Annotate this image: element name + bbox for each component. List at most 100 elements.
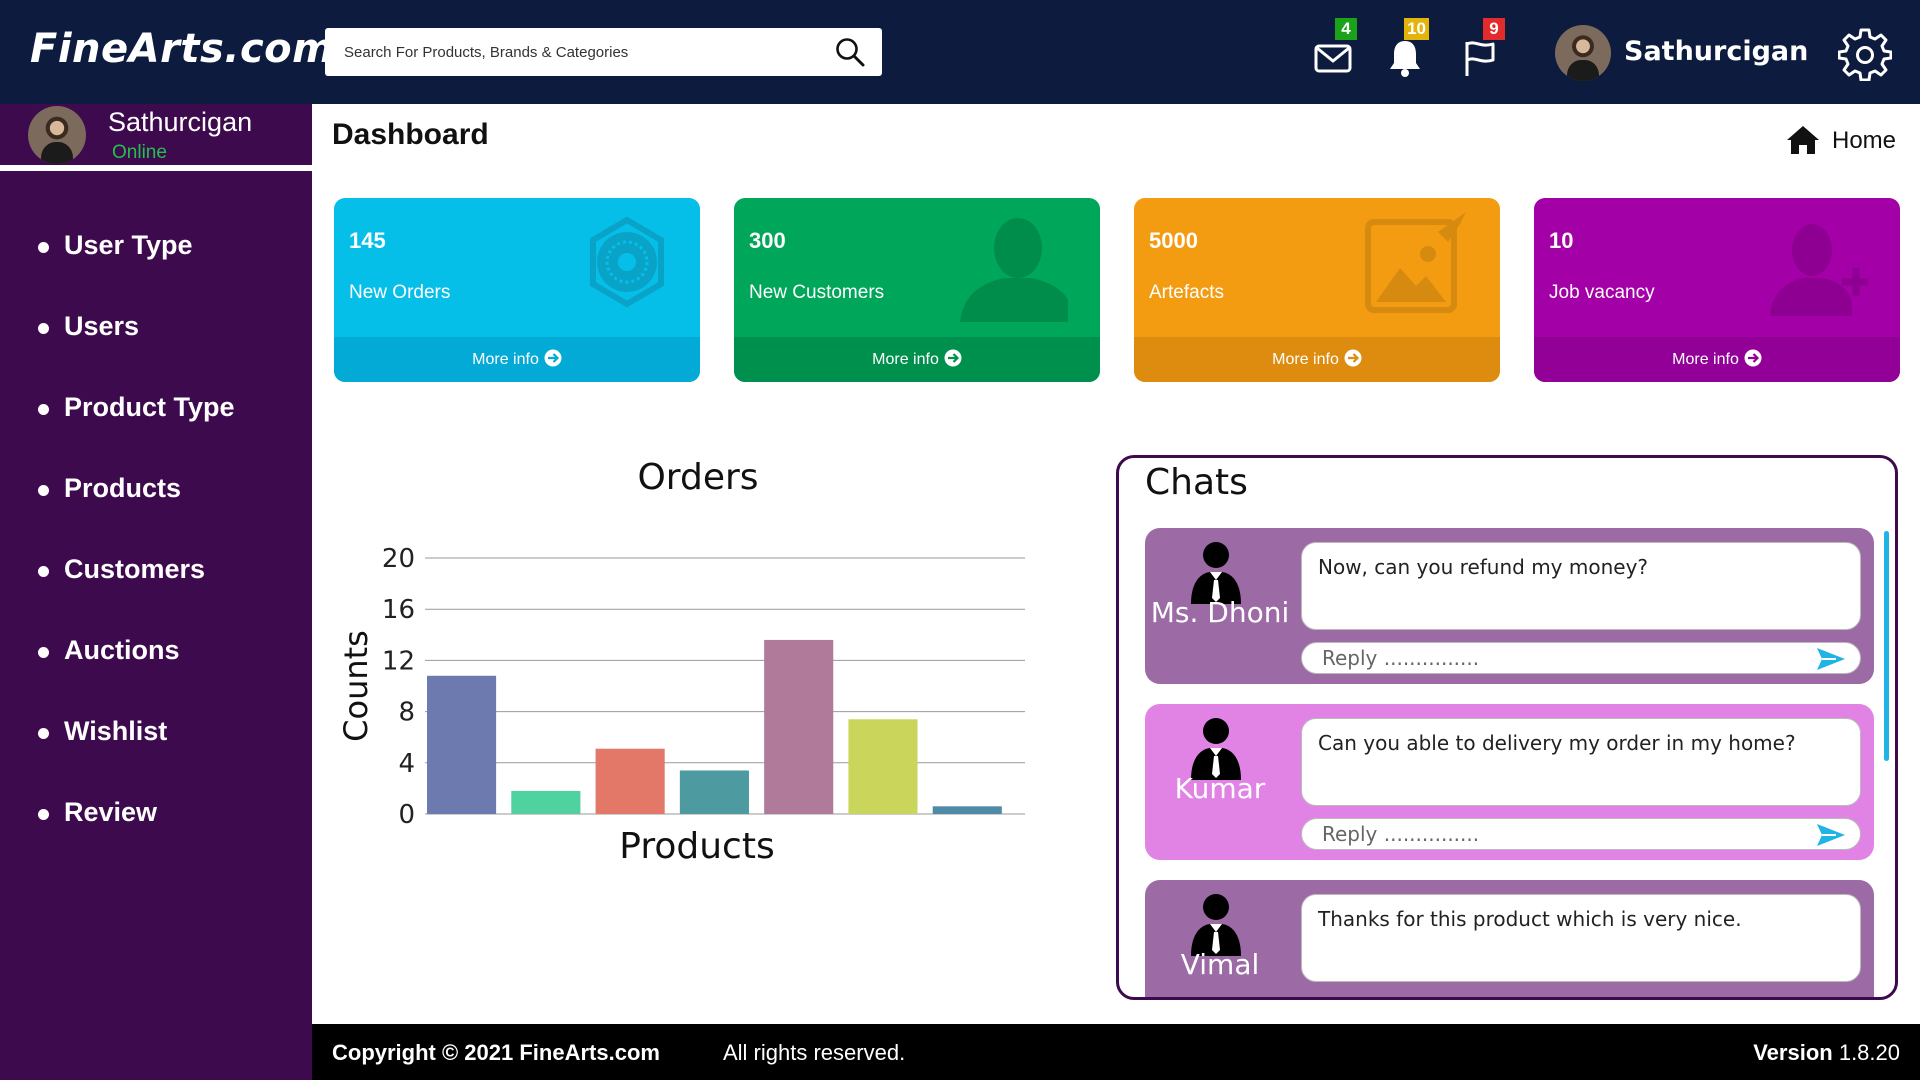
- bar: [511, 790, 581, 814]
- reply-box: [1301, 818, 1861, 850]
- bullet-icon: [38, 404, 49, 415]
- sidebar-item-label: Product Type: [64, 392, 235, 422]
- businessman-icon: [1191, 894, 1241, 956]
- add-user-icon: [1770, 224, 1868, 316]
- more-info-link[interactable]: More info: [734, 337, 1100, 382]
- arrow-circle-right-icon: [1744, 349, 1762, 367]
- search-input[interactable]: [325, 28, 815, 76]
- chats-title: Chats: [1145, 462, 1248, 503]
- sidebar-item-label: Review: [64, 797, 158, 827]
- page-title: Dashboard: [332, 118, 489, 151]
- more-info-label: More info: [1272, 351, 1339, 368]
- more-info-link[interactable]: More info: [334, 337, 700, 382]
- sidebar-item-label: User Type: [64, 230, 193, 260]
- y-tick-label: 8: [398, 698, 415, 728]
- version-number: 1.8.20: [1838, 1040, 1900, 1065]
- stat-value: 145: [349, 228, 386, 253]
- mail-button[interactable]: 4: [1313, 18, 1357, 78]
- starburst-badge-icon: [590, 216, 664, 308]
- copyright-text: Copyright © 2021 FineArts.com: [332, 1040, 660, 1065]
- more-info-link[interactable]: More info: [1134, 337, 1500, 382]
- home-label: Home: [1832, 127, 1897, 154]
- sidebar-item-products[interactable]: Products: [0, 471, 312, 552]
- top-bar: FineArts.com 4 10 9 Sathurcigan: [0, 0, 1920, 104]
- stat-card-new-orders: 145 New Orders More info: [334, 198, 700, 382]
- online-status: Online: [112, 142, 167, 163]
- y-axis-label: Counts: [337, 630, 375, 742]
- bell-icon: [1390, 41, 1420, 77]
- person-silhouette-icon: [960, 218, 1068, 322]
- settings-gear-icon[interactable]: [1838, 27, 1892, 81]
- flag-badge: 9: [1483, 18, 1505, 40]
- businessman-icon: [1191, 542, 1241, 604]
- stat-value: 300: [749, 228, 786, 253]
- stat-value: 5000: [1149, 228, 1198, 253]
- sidebar: Sathurcigan Online User Type Users Produ…: [0, 104, 312, 1080]
- sidebar-item-product-type[interactable]: Product Type: [0, 390, 312, 471]
- bar: [932, 806, 1002, 814]
- bullet-icon: [38, 566, 49, 577]
- x-axis-label: Products: [619, 826, 774, 867]
- sidebar-item-auctions[interactable]: Auctions: [0, 633, 312, 714]
- user-name: Sathurcigan: [1624, 36, 1809, 67]
- y-tick-label: 16: [382, 595, 415, 625]
- sidebar-item-customers[interactable]: Customers: [0, 552, 312, 633]
- sidebar-user-panel: Sathurcigan Online: [0, 104, 312, 171]
- stat-label: Artefacts: [1149, 282, 1224, 303]
- stat-card-new-customers: 300 New Customers More info: [734, 198, 1100, 382]
- more-info-label: More info: [472, 351, 539, 368]
- y-tick-label: 20: [382, 544, 415, 574]
- bullet-icon: [38, 242, 49, 253]
- bar: [764, 639, 834, 814]
- notifications-button[interactable]: 10: [1385, 18, 1429, 78]
- chat-sender-name: Ms. Dhoni: [1150, 596, 1290, 629]
- bar: [595, 748, 665, 814]
- y-tick-label: 0: [398, 800, 415, 830]
- chats-panel: Chats Ms. Dhoni Now, can you refund my m…: [1116, 455, 1898, 1000]
- send-icon[interactable]: [1816, 823, 1846, 847]
- chart-title: Orders: [637, 457, 759, 498]
- stat-label: New Customers: [749, 282, 885, 303]
- sidebar-item-label: Auctions: [64, 635, 180, 665]
- chats-scrollbar[interactable]: [1884, 531, 1889, 761]
- bullet-icon: [38, 323, 49, 334]
- flags-button[interactable]: 9: [1461, 18, 1505, 78]
- stat-card-artefacts: 5000 Artefacts More info: [1134, 198, 1500, 382]
- y-tick-label: 12: [382, 646, 415, 676]
- reply-input[interactable]: [1302, 643, 1802, 673]
- avatar: [28, 106, 86, 164]
- stat-label: Job vacancy: [1549, 282, 1655, 303]
- rights-text: All rights reserved.: [723, 1040, 906, 1065]
- version-text: Version 1.8.20: [1753, 1040, 1900, 1066]
- bullet-icon: [38, 647, 49, 658]
- more-info-label: More info: [872, 351, 939, 368]
- y-tick-label: 4: [398, 749, 415, 779]
- sidebar-item-label: Wishlist: [64, 716, 168, 746]
- sidebar-item-label: Customers: [64, 554, 206, 584]
- sidebar-item-users[interactable]: Users: [0, 309, 312, 390]
- stat-card-job-vacancy: 10 Job vacancy More info: [1534, 198, 1900, 382]
- flag-icon: [1465, 41, 1495, 76]
- image-edit-icon: [1365, 212, 1466, 313]
- more-info-label: More info: [1672, 351, 1739, 368]
- sidebar-item-review[interactable]: Review: [0, 795, 312, 876]
- arrow-circle-right-icon: [1344, 349, 1362, 367]
- site-logo[interactable]: FineArts.com: [30, 26, 334, 72]
- sidebar-item-label: Products: [64, 473, 182, 503]
- search-icon[interactable]: [834, 36, 866, 68]
- sidebar-menu: User Type Users Product Type Products Cu…: [0, 228, 312, 876]
- sidebar-item-label: Users: [64, 311, 140, 341]
- chat-item: Vimal Thanks for this product which is v…: [1145, 880, 1874, 997]
- send-icon[interactable]: [1816, 647, 1846, 671]
- more-info-link[interactable]: More info: [1534, 337, 1900, 382]
- mail-badge: 4: [1335, 18, 1357, 40]
- sidebar-item-wishlist[interactable]: Wishlist: [0, 714, 312, 795]
- chat-item: Ms. Dhoni Now, can you refund my money?: [1145, 528, 1874, 684]
- orders-bar-chart: 0 4 8 12 16 20 Products Counts: [337, 544, 1025, 867]
- search-bar: [325, 28, 882, 76]
- version-label: Version: [1753, 1040, 1833, 1065]
- sidebar-item-user-type[interactable]: User Type: [0, 228, 312, 309]
- bell-badge: 10: [1404, 18, 1429, 40]
- reply-input[interactable]: [1302, 819, 1802, 849]
- bullet-icon: [38, 809, 49, 820]
